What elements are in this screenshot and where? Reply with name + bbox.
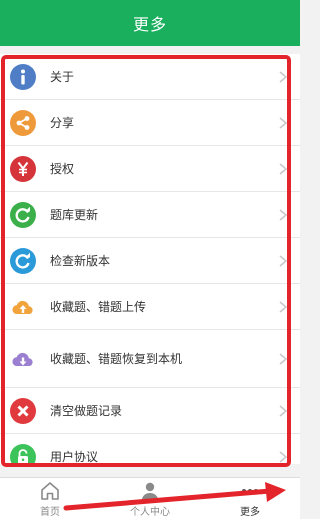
- chevron-right-icon: [278, 300, 288, 314]
- menu-item-label: 题库更新: [50, 207, 99, 222]
- menu-item-label: 检查新版本: [50, 253, 111, 268]
- menu-item-about[interactable]: 关于: [0, 54, 300, 100]
- tab-home[interactable]: 首页: [0, 478, 100, 519]
- menu-item-label: 用户协议: [50, 449, 99, 464]
- menu-item-upload-favorites[interactable]: 收藏题、错题上传: [0, 284, 300, 330]
- chevron-right-icon: [278, 208, 288, 222]
- menu-item-restore-favorites[interactable]: 收藏题、错题恢复到本机: [0, 330, 300, 388]
- chevron-right-icon: [278, 70, 288, 84]
- page-title: 更多: [132, 15, 167, 34]
- top-bar: 更多: [0, 0, 300, 46]
- share-icon: [10, 109, 36, 136]
- tab-label: 个人中心: [130, 506, 170, 518]
- refresh-icon: [10, 201, 36, 228]
- tab-label: 首页: [40, 506, 60, 518]
- info-icon: [10, 63, 36, 90]
- menu-item-authorize[interactable]: 授权: [0, 146, 300, 192]
- chevron-right-icon: [278, 404, 288, 418]
- menu-item-question-bank-update[interactable]: 题库更新: [0, 192, 300, 238]
- tab-label: 更多: [240, 506, 260, 518]
- menu-item-label: 关于: [50, 69, 75, 84]
- user-icon: [142, 482, 158, 500]
- more-icon: [242, 488, 258, 493]
- menu-item-label: 授权: [50, 161, 75, 176]
- home-icon: [41, 481, 59, 500]
- yen-icon: [10, 155, 36, 182]
- chevron-right-icon: [278, 254, 288, 268]
- menu-item-user-agreement[interactable]: 用户协议: [0, 434, 300, 464]
- chevron-right-icon: [278, 352, 288, 366]
- menu-item-label: 清空做题记录: [50, 403, 123, 418]
- chevron-right-icon: [278, 162, 288, 176]
- update-icon: [10, 247, 36, 274]
- app-screen: 更多 关于 分享 授权 题库更新 检查新版本 收藏题、错题上传 收藏题、错题恢复…: [0, 0, 300, 519]
- more-menu-list: 关于 分享 授权 题库更新 检查新版本 收藏题、错题上传 收藏题、错题恢复到本机…: [0, 54, 300, 464]
- bottom-tab-bar: 首页 个人中心 更多: [0, 477, 300, 519]
- chevron-right-icon: [278, 116, 288, 130]
- tab-more[interactable]: 更多: [200, 478, 300, 519]
- chevron-right-icon: [278, 450, 288, 464]
- menu-item-label: 收藏题、错题恢复到本机: [50, 351, 183, 366]
- lock-icon: [10, 443, 36, 464]
- menu-item-check-version[interactable]: 检查新版本: [0, 238, 300, 284]
- menu-item-share[interactable]: 分享: [0, 100, 300, 146]
- menu-item-label: 分享: [50, 115, 75, 130]
- menu-item-clear-records[interactable]: 清空做题记录: [0, 388, 300, 434]
- tab-profile[interactable]: 个人中心: [100, 478, 200, 519]
- menu-item-label: 收藏题、错题上传: [50, 299, 147, 314]
- cloud-download-icon: [10, 346, 36, 372]
- cloud-upload-icon: [10, 294, 36, 320]
- clear-icon: [10, 397, 36, 424]
